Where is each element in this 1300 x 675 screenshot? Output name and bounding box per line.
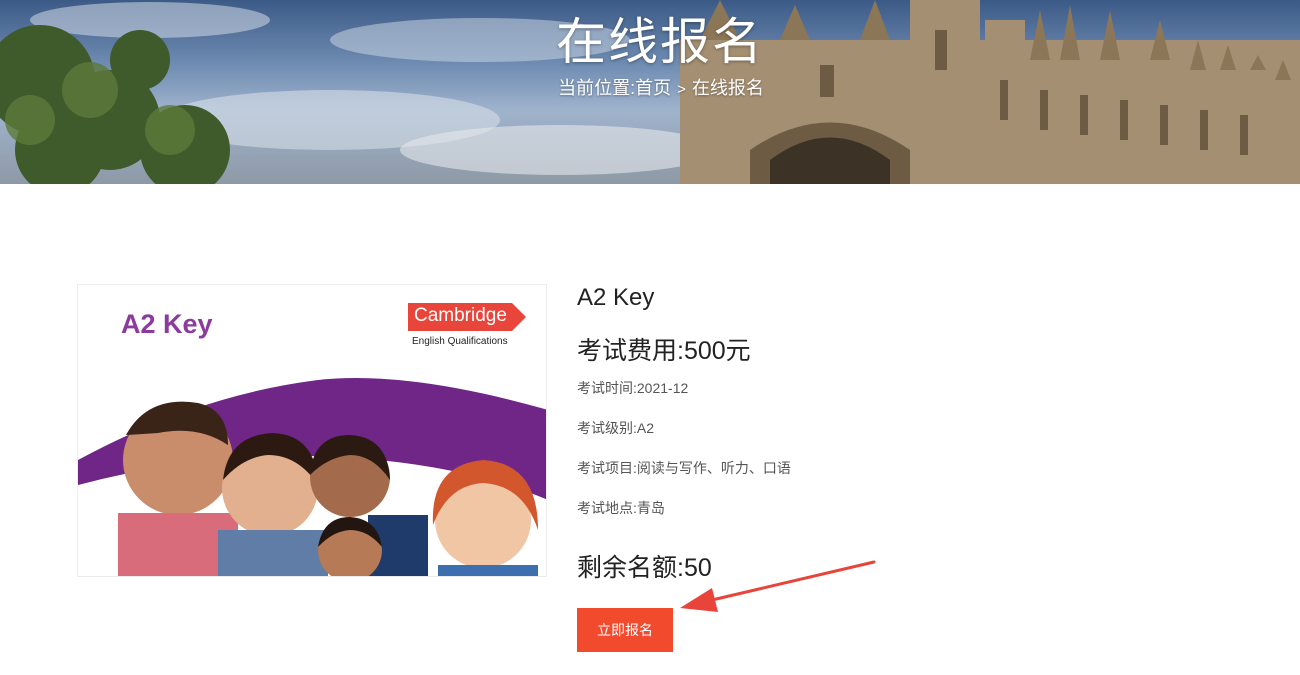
exam-subjects: 考试项目:阅读与写作、听力、口语 bbox=[577, 458, 791, 478]
detail-value: 2021-12 bbox=[636, 380, 689, 396]
detail-value: A2 bbox=[636, 420, 655, 436]
page-banner: 在线报名 当前位置:首页 > 在线报名 bbox=[0, 0, 1300, 184]
breadcrumb: 当前位置:首页 > 在线报名 bbox=[0, 74, 1300, 100]
detail-label: 考试项目: bbox=[577, 460, 637, 476]
exam-name: A2 Key bbox=[577, 284, 655, 311]
breadcrumb-home-link[interactable]: 首页 bbox=[635, 78, 671, 98]
cambridge-logo-text: Cambridge bbox=[414, 305, 507, 326]
exam-location: 考试地点:青岛 bbox=[577, 498, 665, 518]
exam-level: 考试级别:A2 bbox=[577, 418, 654, 438]
remaining-seats: 剩余名额:50 bbox=[577, 548, 712, 584]
breadcrumb-prefix: 当前位置: bbox=[558, 78, 636, 98]
exam-time: 考试时间:2021-12 bbox=[577, 378, 688, 398]
exam-fee-value: 500元 bbox=[683, 337, 751, 365]
detail-label: 考试级别: bbox=[577, 420, 637, 436]
cambridge-logo-subtitle: English Qualifications bbox=[412, 336, 508, 347]
remaining-label: 剩余名额: bbox=[577, 554, 684, 582]
cover-title: A2 Key bbox=[121, 309, 213, 339]
exam-fee-label: 考试费用: bbox=[577, 337, 684, 365]
breadcrumb-current: 在线报名 bbox=[691, 78, 764, 98]
detail-value: 青岛 bbox=[636, 500, 665, 516]
exam-fee: 考试费用:500元 bbox=[577, 331, 751, 367]
detail-label: 考试地点: bbox=[577, 500, 637, 516]
detail-value: 阅读与写作、听力、口语 bbox=[636, 460, 791, 476]
signup-button[interactable]: 立即报名 bbox=[577, 608, 673, 652]
exam-cover-image: A2 Key Cambridge English Qualifications bbox=[77, 284, 547, 577]
detail-label: 考试时间: bbox=[577, 380, 637, 396]
breadcrumb-separator: > bbox=[677, 81, 686, 98]
page-title: 在线报名 bbox=[556, 14, 764, 70]
remaining-value: 50 bbox=[683, 554, 712, 582]
